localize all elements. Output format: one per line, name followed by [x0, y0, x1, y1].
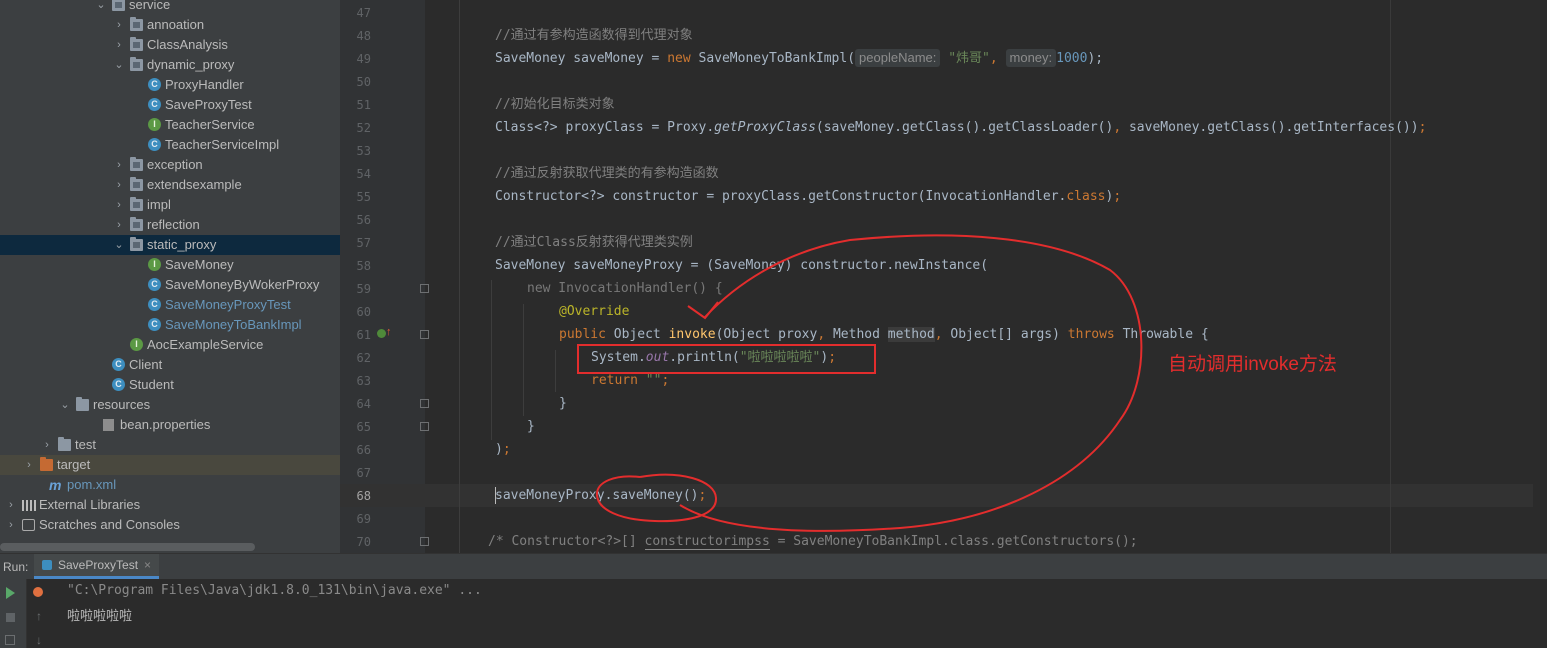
run-tab-title: SaveProxyTest: [58, 558, 139, 572]
run-label: Run:: [3, 560, 29, 574]
rerun-icon[interactable]: [6, 587, 15, 599]
curved-arrow-stroke: [679, 234, 1143, 532]
debug-bug-icon[interactable]: [33, 587, 43, 597]
up-arrow-icon[interactable]: ↑: [36, 609, 42, 623]
console-command-line: "C:\Program Files\Java\jdk1.8.0_131\bin\…: [67, 583, 482, 598]
down-arrow-icon[interactable]: ↓: [36, 633, 42, 647]
run-tool-window-header: Run: SaveProxyTest ×: [0, 553, 1547, 580]
arrow-head-stroke: [687, 301, 719, 320]
stop-icon[interactable]: [6, 613, 15, 622]
run-toolbar: [0, 579, 26, 648]
close-icon[interactable]: ×: [144, 558, 151, 572]
run-secondary-toolbar: ↑ ↓: [26, 579, 49, 648]
run-tab-saveproxytest[interactable]: SaveProxyTest ×: [34, 554, 160, 579]
annotation-strokes: [595, 234, 1143, 532]
console-output-line: 啦啦啦啦啦: [67, 609, 133, 624]
run-config-icon: [42, 560, 52, 570]
restore-layout-icon[interactable]: [5, 635, 15, 645]
console-output[interactable]: "C:\Program Files\Java\jdk1.8.0_131\bin\…: [48, 579, 1547, 648]
